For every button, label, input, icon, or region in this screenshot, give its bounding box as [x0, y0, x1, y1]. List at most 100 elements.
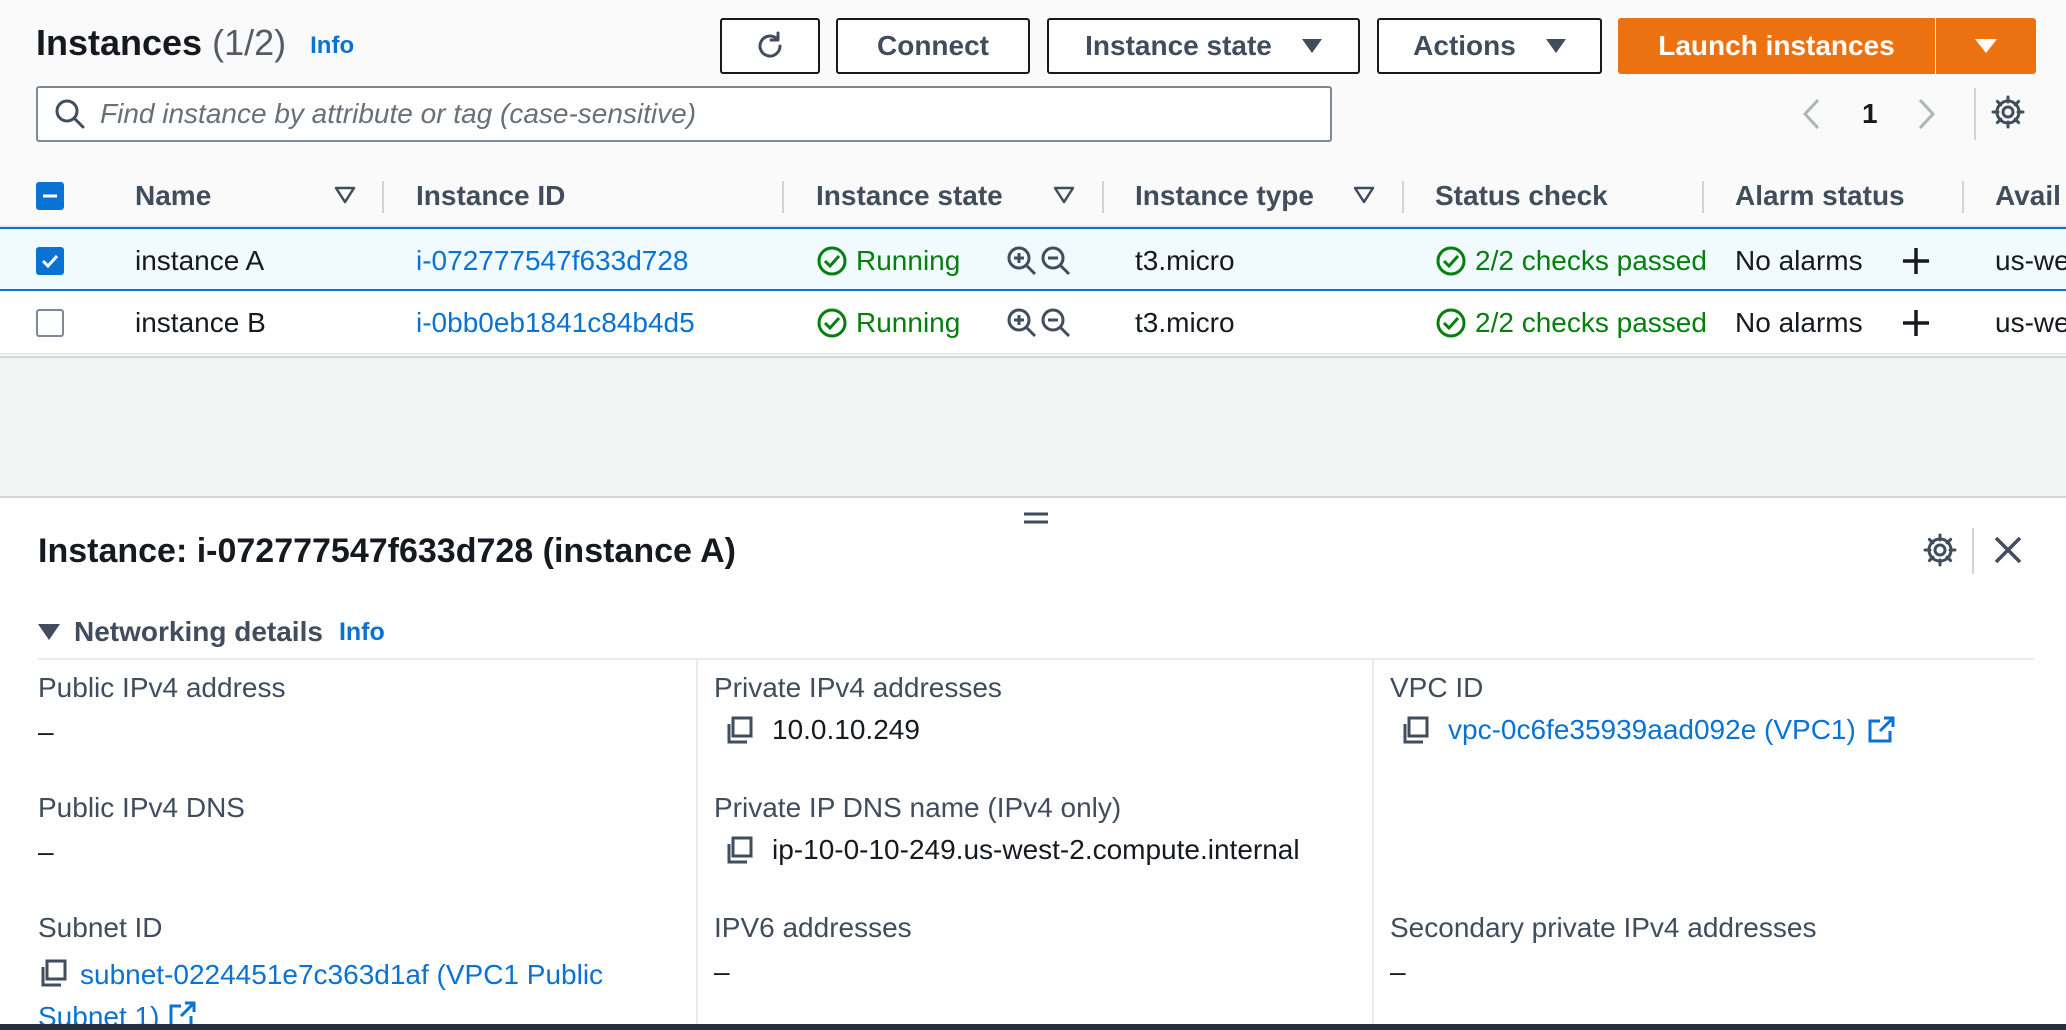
instance-state-label: Instance state — [1085, 30, 1272, 61]
column-divider[interactable] — [782, 181, 784, 213]
copy-icon[interactable] — [724, 715, 754, 745]
section-title: Networking details — [74, 616, 323, 647]
column-header-instance-type[interactable]: Instance type — [1135, 165, 1314, 227]
column-header-status-check[interactable]: Status check — [1435, 165, 1608, 227]
close-panel-button[interactable] — [1992, 534, 2024, 571]
subnet-id-link[interactable]: subnet-0224451e7c363d1af (VPC1 Public Su… — [38, 959, 603, 1030]
public-dns-label: Public IPv4 DNS — [38, 792, 245, 823]
gear-icon — [1923, 533, 1957, 567]
section-info-link[interactable]: Info — [339, 618, 385, 647]
pager-divider — [1974, 88, 1976, 140]
column-divider[interactable] — [1702, 181, 1704, 213]
networking-details-header[interactable]: Networking details Info — [38, 616, 385, 648]
table-empty-area — [0, 356, 2066, 496]
status-check: 2/2 checks passed — [1435, 229, 1707, 293]
section-divider — [38, 658, 2034, 660]
plus-icon — [1903, 248, 1929, 274]
chevron-left-icon — [1802, 98, 1820, 130]
current-page[interactable]: 1 — [1862, 92, 1878, 136]
zoom-out-button[interactable] — [1040, 229, 1072, 293]
column-divider[interactable] — [1962, 181, 1964, 213]
close-icon — [1994, 536, 2022, 564]
success-icon — [1436, 308, 1466, 338]
add-alarm-button[interactable] — [1900, 229, 1932, 293]
plus-icon — [1903, 310, 1929, 336]
refresh-button[interactable] — [720, 18, 820, 74]
public-ipv4-value: – — [38, 716, 54, 747]
row-checkbox[interactable] — [36, 309, 64, 337]
launch-instances-button[interactable]: Launch instances — [1618, 18, 1935, 74]
alarm-status: No alarms — [1735, 245, 1863, 276]
copy-icon[interactable] — [1400, 715, 1430, 745]
zoom-in-button[interactable] — [1006, 291, 1038, 355]
vpc-id-label: VPC ID — [1390, 672, 1484, 703]
add-alarm-button[interactable] — [1900, 291, 1932, 355]
sort-icon[interactable] — [1353, 185, 1375, 205]
panel-resize-handle[interactable] — [1022, 508, 1050, 533]
sort-icon[interactable] — [334, 185, 356, 205]
instance-count: (1/2) — [212, 22, 287, 63]
ipv6-value: – — [714, 956, 730, 987]
instance-state: Running — [816, 291, 960, 355]
connect-button[interactable]: Connect — [836, 18, 1030, 74]
copy-icon[interactable] — [38, 958, 68, 988]
minus-icon — [43, 194, 57, 198]
zoom-in-button[interactable] — [1006, 229, 1038, 293]
success-icon — [1436, 246, 1466, 276]
private-dns-label: Private IP DNS name (IPv4 only) — [714, 792, 1122, 823]
launch-dropdown-button[interactable] — [1936, 18, 2036, 74]
table-preferences-button[interactable] — [1990, 94, 2026, 135]
caret-down-icon — [1545, 39, 1566, 53]
panel-title: Instance: i-072777547f633d728 (instance … — [38, 532, 736, 570]
header-info-link[interactable]: Info — [310, 32, 354, 59]
column-divider[interactable] — [1102, 181, 1104, 213]
zoom-in-icon — [1007, 308, 1037, 338]
instance-state-button[interactable]: Instance state — [1047, 18, 1360, 74]
zoom-out-icon — [1041, 246, 1071, 276]
status-check-text: 2/2 checks passed — [1475, 245, 1707, 276]
instance-details-panel: Instance: i-072777547f633d728 (instance … — [0, 496, 2066, 1030]
private-ipv4-text: 10.0.10.249 — [772, 714, 920, 745]
column-header-alarm-status[interactable]: Alarm status — [1735, 165, 1905, 227]
instance-id-link[interactable]: i-072777547f633d728 — [416, 229, 688, 293]
checkmark-icon — [41, 254, 59, 269]
caret-down-icon — [1975, 39, 1997, 53]
column-divider[interactable] — [382, 181, 384, 213]
zoom-in-icon — [1007, 246, 1037, 276]
private-dns-text: ip-10-0-10-249.us-west-2.compute.interna… — [772, 834, 1300, 865]
vpc-id-link[interactable]: vpc-0c6fe35939aad092e (VPC1) — [1448, 714, 1856, 746]
instance-name: instance B — [135, 307, 266, 338]
instance-id-link[interactable]: i-0bb0eb1841c84b4d5 — [416, 291, 695, 355]
column-header-availability-zone[interactable]: Avail — [1995, 165, 2061, 227]
column-divider — [1372, 658, 1374, 1030]
actions-button[interactable]: Actions — [1377, 18, 1602, 74]
instances-header: Instances (1/2) Info Connect Instance st… — [0, 0, 2066, 165]
next-page-button[interactable] — [1916, 92, 1938, 136]
search-input[interactable] — [100, 98, 1330, 130]
instance-state-text: Running — [856, 307, 961, 338]
previous-page-button[interactable] — [1800, 92, 1822, 136]
copy-icon[interactable] — [724, 835, 754, 865]
column-header-instance-state[interactable]: Instance state — [816, 165, 1003, 227]
table-row[interactable]: instance B i-0bb0eb1841c84b4d5 Running t… — [0, 291, 2066, 355]
subnet-id-value: subnet-0224451e7c363d1af (VPC1 Public Su… — [38, 954, 678, 1030]
public-dns-value: – — [38, 836, 54, 867]
page-title: Instances (1/2) Info — [36, 22, 354, 64]
search-icon — [55, 99, 85, 129]
zoom-out-button[interactable] — [1040, 291, 1072, 355]
sort-icon[interactable] — [1053, 185, 1075, 205]
select-all-checkbox[interactable] — [36, 182, 64, 210]
external-link-icon[interactable] — [1866, 715, 1896, 745]
private-ipv4-value: 10.0.10.249 — [724, 714, 920, 746]
table-row[interactable]: instance A i-072777547f633d728 Running t… — [0, 227, 2066, 291]
instance-type: t3.micro — [1135, 307, 1235, 338]
status-check: 2/2 checks passed — [1435, 291, 1707, 355]
success-icon — [817, 308, 847, 338]
column-header-name[interactable]: Name — [135, 165, 211, 227]
panel-preferences-button[interactable] — [1922, 532, 1958, 573]
search-box[interactable] — [36, 86, 1332, 142]
availability-zone: us-we — [1995, 245, 2066, 276]
row-checkbox[interactable] — [36, 247, 64, 275]
column-header-instance-id[interactable]: Instance ID — [416, 165, 565, 227]
column-divider[interactable] — [1402, 181, 1404, 213]
